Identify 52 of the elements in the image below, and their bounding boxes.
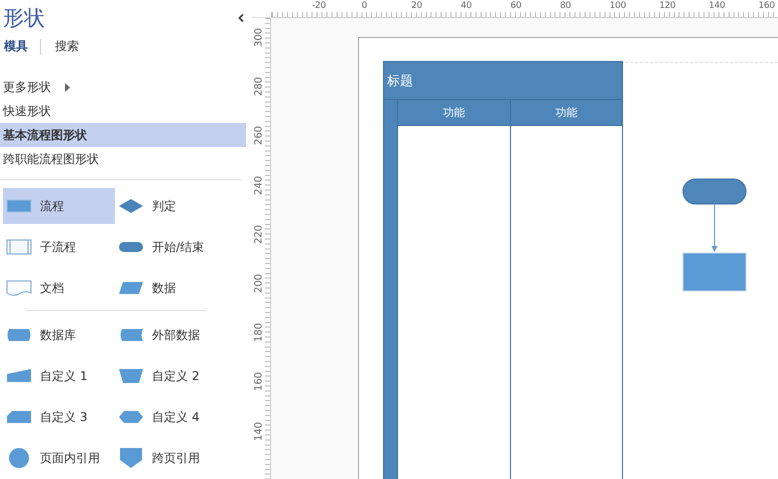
shape-item[interactable]: 开始/结束 <box>115 229 245 265</box>
ruler-label: 120 <box>658 1 676 11</box>
stencil-item[interactable]: 跨职能流程图形状 <box>0 147 246 171</box>
shape-item[interactable]: 自定义 4 <box>115 399 245 435</box>
shape-item[interactable]: 自定义 2 <box>115 358 245 394</box>
shape-item[interactable]: 判定 <box>115 188 245 224</box>
ruler-label: 200 <box>254 272 264 294</box>
ruler-label: 160 <box>757 1 776 11</box>
shape-item[interactable]: 自定义 3 <box>3 399 115 435</box>
ruler-label: 0 <box>360 1 368 11</box>
chevron-left-icon[interactable] <box>238 14 244 22</box>
shape-item[interactable]: 跨页引用 <box>115 440 245 476</box>
lane-header: 功能 <box>510 100 622 126</box>
ruler-label: 300 <box>254 26 264 48</box>
panel-title: 形状 <box>3 5 45 32</box>
shape-item[interactable]: 文档 <box>3 270 115 306</box>
swimlane[interactable]: 功能 <box>397 100 510 479</box>
triangle-right-icon <box>65 82 70 92</box>
ruler-label: 20 <box>410 1 424 11</box>
lane-header: 功能 <box>398 100 510 126</box>
shape-item[interactable]: 外部数据 <box>115 317 245 353</box>
panel-tab[interactable]: 模具 <box>4 38 40 55</box>
swimlane-pool[interactable]: 标题 功能 功能 <box>383 61 623 479</box>
ruler-label: 160 <box>254 370 264 393</box>
onpage-shape-icon <box>6 447 32 469</box>
terminator-shape[interactable] <box>682 178 746 204</box>
panel-tab[interactable]: 搜索 <box>55 38 91 55</box>
pool-title: 标题 <box>384 62 622 100</box>
ruler-label: 240 <box>254 174 264 196</box>
ruler-label: 140 <box>254 420 264 442</box>
ruler-label: 60 <box>509 1 522 11</box>
shape-item[interactable]: 页面内引用 <box>3 440 115 476</box>
ruler-label: 100 <box>608 1 627 11</box>
ruler-label: 40 <box>460 1 473 11</box>
ruler-label: 220 <box>254 223 264 246</box>
ruler-label: 260 <box>254 124 264 147</box>
connector-arrow[interactable] <box>712 204 718 252</box>
ruler-label: 280 <box>254 76 264 98</box>
ruler-label: 180 <box>254 322 264 344</box>
stencil-item[interactable]: 基本流程图形状 <box>0 123 246 147</box>
stencil-item[interactable]: 快速形状 <box>0 99 246 123</box>
shape-item[interactable]: 数据库 <box>3 317 115 353</box>
shape-item[interactable]: 子流程 <box>3 229 115 265</box>
shape-item[interactable]: 自定义 1 <box>3 358 115 394</box>
swimlane[interactable]: 功能 <box>510 100 622 479</box>
shape-item[interactable]: 数据 <box>115 270 245 306</box>
ruler-label: 80 <box>559 1 572 11</box>
shape-item[interactable]: 流程 <box>3 188 115 224</box>
ruler-label: -20 <box>311 1 327 11</box>
stencil-item[interactable]: 更多形状 <box>0 75 246 99</box>
offpage-shape-icon <box>118 447 144 469</box>
ruler-label: 140 <box>708 1 726 11</box>
